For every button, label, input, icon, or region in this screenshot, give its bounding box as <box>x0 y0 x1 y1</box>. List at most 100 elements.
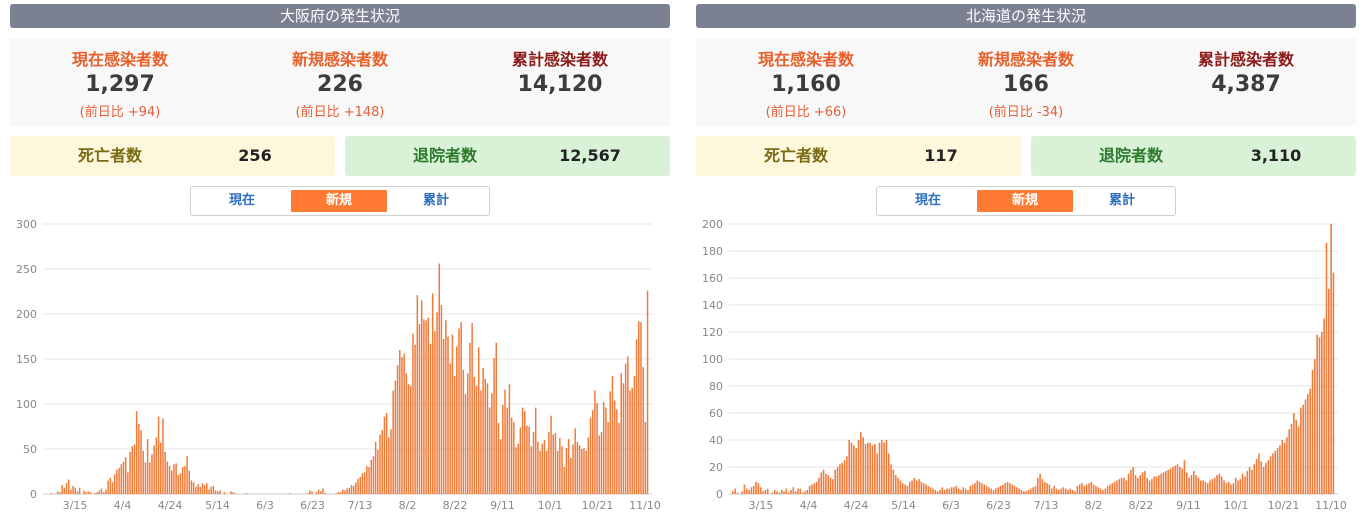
bar <box>1120 477 1123 494</box>
tab-total[interactable]: 累計 <box>388 190 484 212</box>
bar <box>806 489 809 494</box>
new-cases-value: 226 <box>317 72 363 97</box>
bar <box>392 390 394 494</box>
bar <box>1223 480 1225 494</box>
bar <box>929 487 932 494</box>
bar <box>1307 394 1309 494</box>
bar <box>103 492 105 494</box>
bar <box>881 440 883 494</box>
bar <box>59 492 61 494</box>
tab-new[interactable]: 新規 <box>291 190 387 212</box>
x-tick-label: 10/1 <box>1224 499 1249 512</box>
bar <box>311 491 313 494</box>
bar <box>1218 473 1221 494</box>
bar <box>324 493 326 494</box>
x-tick-label: 3/15 <box>63 499 88 512</box>
bar <box>892 469 895 494</box>
bar <box>127 472 129 494</box>
bar <box>894 475 897 494</box>
bar <box>381 430 383 494</box>
bar <box>644 422 647 494</box>
bar <box>843 460 846 494</box>
bar <box>177 475 180 494</box>
tab-total[interactable]: 累計 <box>1074 190 1170 212</box>
current-cases-value: 1,160 <box>771 72 841 97</box>
bar <box>901 483 904 494</box>
bar <box>922 483 925 494</box>
bar <box>752 485 755 494</box>
tab-current[interactable]: 現在 <box>194 190 290 212</box>
bar <box>1179 467 1181 494</box>
new-cases-stat: 新規感染者数 166 (前日比 -34) <box>916 46 1136 120</box>
bar <box>983 484 986 494</box>
bar <box>506 407 508 494</box>
bar <box>825 473 827 494</box>
bar <box>223 492 226 494</box>
bar <box>971 484 974 494</box>
bar <box>234 493 237 494</box>
bar <box>1188 477 1190 494</box>
bar <box>1032 487 1034 494</box>
bar <box>1262 467 1265 494</box>
deaths-value: 256 <box>238 146 272 165</box>
bar <box>616 409 618 494</box>
bar <box>524 411 526 494</box>
bar <box>206 483 208 494</box>
bar <box>829 477 832 494</box>
bar <box>166 461 169 494</box>
y-tick-label: 20 <box>709 461 723 474</box>
bar <box>1297 426 1300 494</box>
bar <box>950 487 953 494</box>
bar <box>1053 485 1055 494</box>
bar <box>440 305 443 494</box>
bar <box>497 422 500 494</box>
bar <box>969 485 972 494</box>
bar <box>841 462 843 494</box>
bar <box>1186 472 1188 494</box>
bar <box>545 450 548 494</box>
y-tick-label: 120 <box>702 326 723 339</box>
x-tick-label: 9/11 <box>1176 499 1201 512</box>
bar <box>992 489 995 494</box>
bar <box>1116 480 1118 494</box>
bar <box>214 490 217 494</box>
x-tick-label: 4/24 <box>158 499 183 512</box>
bar <box>462 369 465 494</box>
bar <box>1004 483 1006 494</box>
bar <box>508 384 511 494</box>
bar <box>1013 485 1016 494</box>
bar <box>874 444 876 494</box>
bar <box>913 477 916 494</box>
bar <box>1130 469 1132 494</box>
y-tick-label: 180 <box>702 245 723 258</box>
y-tick-label: 250 <box>16 263 37 276</box>
bar <box>339 492 342 494</box>
y-tick-label: 80 <box>709 380 723 393</box>
bar <box>1118 479 1121 494</box>
current-cases-label: 現在感染者数 <box>757 50 854 69</box>
y-tick-label: 200 <box>16 308 37 321</box>
bar <box>627 356 629 494</box>
bar <box>1113 481 1116 494</box>
bar <box>543 440 546 494</box>
x-tick-label: 7/13 <box>348 499 373 512</box>
bar <box>899 480 902 494</box>
bar <box>1195 475 1197 494</box>
bar <box>799 488 802 494</box>
bar <box>1167 469 1169 494</box>
panel-title: 北海道の発生状況 <box>696 4 1356 28</box>
bar <box>405 373 408 494</box>
bar <box>212 485 215 494</box>
bar <box>1006 481 1009 494</box>
bar <box>458 328 460 494</box>
tab-current[interactable]: 現在 <box>880 190 976 212</box>
bar <box>309 490 311 494</box>
bar <box>1060 488 1062 494</box>
bar <box>317 489 320 494</box>
bar <box>203 485 206 494</box>
bar <box>1248 467 1251 494</box>
bar <box>181 467 184 494</box>
tab-new[interactable]: 新規 <box>977 190 1073 212</box>
bar <box>133 444 136 494</box>
current-cases-stat: 現在感染者数 1,160 (前日比 +66) <box>696 46 916 120</box>
